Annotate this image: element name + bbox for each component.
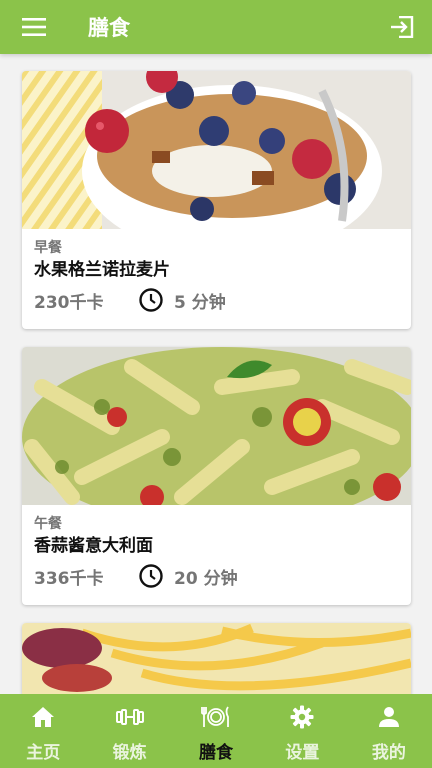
pesto-penne-photo	[22, 347, 411, 505]
prep-time-value: 5 分钟	[174, 292, 226, 313]
calories-value: 230千卡	[34, 292, 104, 313]
nav-label: 锻炼	[112, 743, 147, 763]
app-bar: 膳食	[0, 0, 432, 54]
nav-item-workout[interactable]: 锻炼	[86, 694, 172, 768]
hamburger-menu-icon	[22, 18, 46, 36]
dish-name: 水果格兰诺拉麦片	[34, 260, 170, 280]
person-icon	[378, 704, 400, 730]
clock-icon	[138, 563, 164, 589]
home-icon	[31, 704, 55, 730]
granola-fruit-bowl-photo	[22, 71, 411, 229]
meal-meta: 230千卡 5 分钟	[34, 287, 399, 313]
nav-item-meals[interactable]: 膳食	[173, 694, 259, 768]
nav-item-settings[interactable]: 设置	[259, 694, 345, 768]
menu-button[interactable]	[10, 0, 58, 54]
gear-icon	[290, 704, 314, 730]
nav-item-profile[interactable]: 我的	[346, 694, 432, 768]
dish-name: 香蒜酱意大利面	[34, 536, 153, 556]
prep-time-value: 20 分钟	[174, 568, 238, 589]
dumbbell-icon	[115, 704, 145, 730]
meal-type-label: 早餐	[34, 240, 62, 256]
fettuccine-photo	[22, 623, 411, 694]
nav-item-home[interactable]: 主页	[0, 694, 86, 768]
meal-type-label: 午餐	[34, 516, 62, 532]
logout-button[interactable]	[378, 0, 426, 54]
meal-card-dinner[interactable]	[22, 623, 411, 694]
meal-meta: 336千卡 20 分钟	[34, 563, 399, 589]
bottom-navigation: 主页 锻炼 膳食 设置 我的	[0, 694, 432, 768]
nav-label: 设置	[285, 743, 320, 763]
meal-card-body: 午餐 香蒜酱意大利面 336千卡 20 分钟	[22, 505, 411, 605]
clock-icon	[138, 287, 164, 313]
logout-icon	[391, 16, 414, 38]
nav-label: 膳食	[199, 743, 234, 763]
meal-card-body: 早餐 水果格兰诺拉麦片 230千卡 5 分钟	[22, 229, 411, 329]
meal-list[interactable]: 早餐 水果格兰诺拉麦片 230千卡 5 分钟 午餐 香蒜酱意大利面 336千卡 …	[0, 54, 432, 694]
meal-card-lunch[interactable]: 午餐 香蒜酱意大利面 336千卡 20 分钟	[22, 347, 411, 605]
nav-label: 主页	[26, 743, 61, 763]
nav-label: 我的	[371, 743, 406, 763]
page-title: 膳食	[88, 16, 130, 40]
plate-cutlery-icon	[201, 704, 231, 730]
calories-value: 336千卡	[34, 568, 104, 589]
meal-card-breakfast[interactable]: 早餐 水果格兰诺拉麦片 230千卡 5 分钟	[22, 71, 411, 329]
